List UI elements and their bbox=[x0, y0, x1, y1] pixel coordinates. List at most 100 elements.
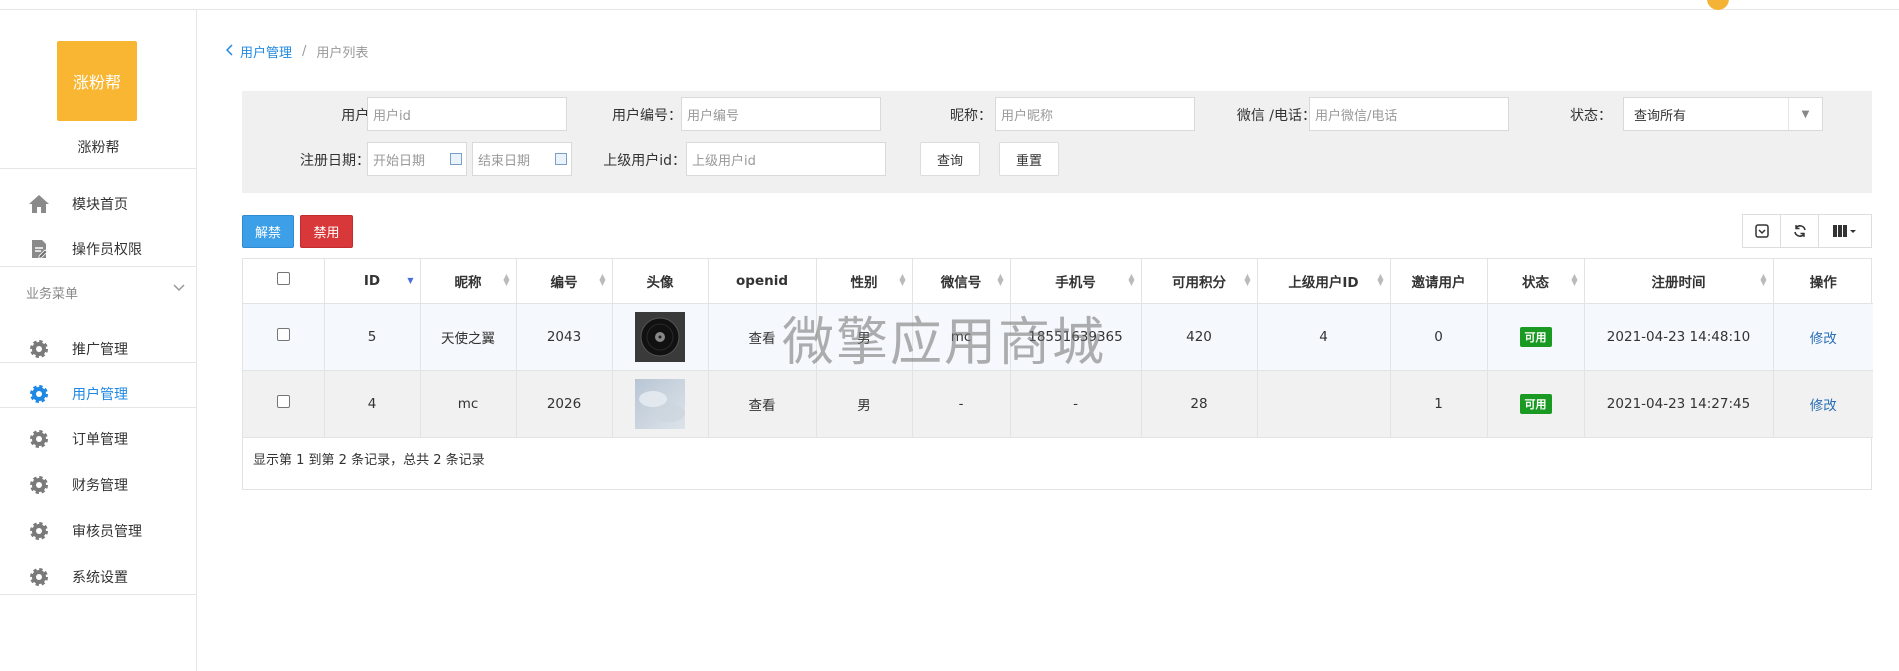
divider bbox=[0, 168, 197, 169]
nickname-input[interactable]: 用户昵称 bbox=[995, 97, 1195, 131]
column-header-phone[interactable]: 手机号 ▲ ▼ bbox=[1010, 259, 1142, 304]
cell-points: 420 bbox=[1141, 303, 1258, 371]
sidebar-item-orders[interactable]: 订单管理 bbox=[0, 416, 197, 462]
cell-id: 4 bbox=[324, 370, 421, 438]
sort-icon: ▲ ▼ bbox=[1571, 272, 1578, 287]
column-header-actions: 操作 bbox=[1773, 259, 1873, 304]
status-badge: 可用 bbox=[1519, 326, 1552, 347]
status-label: 状态： bbox=[1570, 108, 1612, 124]
calendar-icon bbox=[450, 153, 462, 165]
export-icon[interactable] bbox=[1743, 215, 1781, 247]
chevron-left-icon[interactable] bbox=[225, 43, 234, 60]
cell-actions: 修改 bbox=[1773, 303, 1873, 371]
cell-wechat: mc bbox=[912, 303, 1011, 371]
cell-actions: 修改 bbox=[1773, 370, 1873, 438]
user-no-input[interactable]: 用户编号 bbox=[681, 97, 881, 131]
column-header-reg-time[interactable]: 注册时间 ▲ ▼ bbox=[1584, 259, 1774, 304]
users-table: ID ▼ 昵称 ▲ ▼ 编号 ▲ ▼ 头像 openid 性别 ▲ ▼ 微信号 ▲ ▼ 手机号 ▲ ▼… bbox=[242, 258, 1873, 490]
start-date-placeholder: 开始日期 bbox=[373, 153, 426, 169]
sidebar-item-label: 模块首页 bbox=[72, 197, 128, 213]
nickname-placeholder: 用户昵称 bbox=[1001, 108, 1054, 124]
edit-link[interactable]: 修改 bbox=[1810, 398, 1837, 414]
parent-id-input[interactable]: 上级用户id bbox=[686, 142, 886, 176]
column-header-wechat[interactable]: 微信号 ▲ ▼ bbox=[912, 259, 1011, 304]
app-logo: 涨粉帮 bbox=[57, 41, 137, 121]
ban-button[interactable]: 禁用 bbox=[300, 215, 353, 248]
row-checkbox[interactable] bbox=[276, 328, 290, 341]
home-icon bbox=[28, 193, 50, 215]
cell-id: 5 bbox=[324, 303, 421, 371]
reg-date-label: 注册日期： bbox=[300, 153, 370, 169]
sidebar-item-promotion[interactable]: 推广管理 bbox=[0, 326, 197, 372]
cell-reg-time: 2021-04-23 14:48:10 bbox=[1584, 303, 1774, 371]
sort-icon: ▲ ▼ bbox=[503, 272, 510, 287]
sort-icon: ▲ ▼ bbox=[1128, 272, 1135, 287]
caret-down-icon: ▼ bbox=[1788, 98, 1822, 130]
header-label: 性别 bbox=[850, 274, 878, 291]
pagination-info: 显示第 1 到第 2 条记录，总共 2 条记录 bbox=[253, 453, 485, 468]
breadcrumb: 用户管理 / 用户列表 bbox=[225, 42, 368, 61]
chevron-down-icon[interactable] bbox=[172, 282, 186, 296]
column-header-invited: 邀请用户 bbox=[1390, 259, 1488, 304]
gear-icon bbox=[28, 428, 50, 450]
sort-desc-icon: ▼ bbox=[407, 276, 414, 285]
unban-button[interactable]: 解禁 bbox=[242, 215, 294, 248]
header-label: 头像 bbox=[646, 274, 674, 291]
header-label: 操作 bbox=[1809, 274, 1837, 291]
sort-icon: ▲ ▼ bbox=[997, 272, 1004, 287]
column-header-points[interactable]: 可用积分 ▲ ▼ bbox=[1141, 259, 1258, 304]
column-header-gender[interactable]: 性别 ▲ ▼ bbox=[816, 259, 913, 304]
header-label: 注册时间 bbox=[1651, 274, 1706, 291]
avatar[interactable] bbox=[635, 311, 685, 362]
divider bbox=[0, 594, 197, 595]
sidebar-item-label: 订单管理 bbox=[72, 432, 128, 448]
gear-icon bbox=[28, 383, 50, 405]
cell-status: 可用 bbox=[1487, 303, 1585, 371]
sidebar-item-users[interactable]: 用户管理 bbox=[0, 371, 197, 417]
query-button[interactable]: 查询 bbox=[920, 142, 980, 176]
end-date-placeholder: 结束日期 bbox=[478, 153, 531, 169]
edit-link[interactable]: 修改 bbox=[1810, 331, 1837, 347]
cell-phone: - bbox=[1010, 370, 1142, 438]
sidebar-item-finance[interactable]: 财务管理 bbox=[0, 462, 197, 508]
refresh-icon[interactable] bbox=[1781, 215, 1819, 247]
end-date-input[interactable]: 结束日期 bbox=[472, 142, 572, 176]
user-avatar-icon[interactable] bbox=[1707, 0, 1729, 10]
sidebar-item-label: 推广管理 bbox=[72, 342, 128, 358]
cell-invited: 0 bbox=[1390, 303, 1488, 371]
wechat-phone-input[interactable]: 用户微信/电话 bbox=[1309, 97, 1509, 131]
cell-no: 2026 bbox=[516, 370, 613, 438]
cell-parent-id bbox=[1257, 370, 1391, 438]
sort-icon: ▲ ▼ bbox=[1377, 272, 1384, 287]
divider bbox=[0, 407, 197, 408]
sidebar-item-home[interactable]: 模块首页 bbox=[0, 181, 197, 227]
divider bbox=[0, 266, 197, 267]
cell-openid[interactable]: 查看 bbox=[708, 303, 817, 371]
breadcrumb-separator: / bbox=[302, 44, 307, 59]
app-name: 涨粉帮 bbox=[77, 140, 120, 156]
status-select[interactable]: 查询所有 ▼ bbox=[1623, 97, 1823, 131]
cell-openid[interactable]: 查看 bbox=[708, 370, 817, 438]
columns-icon[interactable] bbox=[1819, 215, 1871, 247]
logo-text: 涨粉帮 bbox=[72, 73, 121, 92]
breadcrumb-parent[interactable]: 用户管理 bbox=[240, 42, 292, 61]
gear-icon bbox=[28, 520, 50, 542]
cell-nickname: mc bbox=[420, 370, 517, 438]
wechat-phone-label: 微信 /电话： bbox=[1236, 108, 1316, 124]
avatar[interactable] bbox=[635, 378, 685, 429]
sidebar-item-reviewers[interactable]: 审核员管理 bbox=[0, 508, 197, 554]
column-header-nickname[interactable]: 昵称 ▲ ▼ bbox=[420, 259, 517, 304]
header-label: 上级用户ID bbox=[1288, 274, 1359, 291]
column-header-no[interactable]: 编号 ▲ ▼ bbox=[516, 259, 613, 304]
reset-button[interactable]: 重置 bbox=[999, 142, 1059, 176]
start-date-input[interactable]: 开始日期 bbox=[367, 142, 467, 176]
table-row: 4 mc 2026 查看 男 - - 28 1 可用 2021-04-23 14… bbox=[243, 370, 1873, 438]
gear-icon bbox=[28, 566, 50, 588]
select-all-checkbox[interactable] bbox=[276, 272, 290, 286]
section-title: 业务菜单 bbox=[26, 287, 79, 302]
column-header-id[interactable]: ID ▼ bbox=[324, 259, 421, 304]
user-id-input[interactable]: 用户id bbox=[367, 97, 567, 131]
column-header-parent-id[interactable]: 上级用户ID ▲ ▼ bbox=[1257, 259, 1391, 304]
row-checkbox[interactable] bbox=[276, 395, 290, 408]
column-header-status[interactable]: 状态 ▲ ▼ bbox=[1487, 259, 1585, 304]
